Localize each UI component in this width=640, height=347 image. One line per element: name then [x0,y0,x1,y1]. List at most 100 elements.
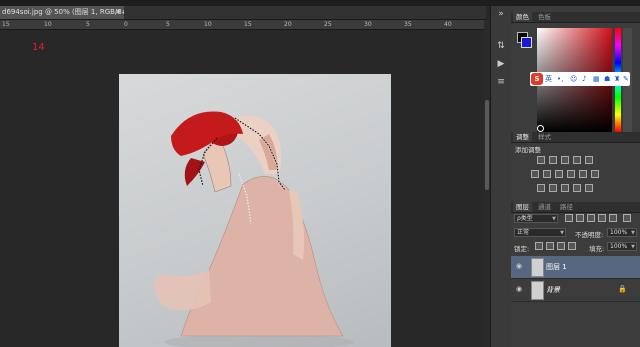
shape-filter-icon[interactable] [598,214,606,222]
blend-mode-value: 正常 [517,229,530,236]
levels-icon[interactable] [549,156,557,164]
emoji-icon[interactable]: ☺ [570,72,577,86]
scrollbar-thumb[interactable] [485,100,489,190]
background-color-swatch[interactable] [521,37,532,48]
layer-name[interactable]: 图层 1 [546,262,567,272]
adjustment-icons-row-3 [537,184,627,193]
blend-mode-select[interactable]: 正常 ▼ [514,228,566,237]
ruler-mark: 15 [244,21,252,28]
eye-icon[interactable]: ◉ [516,263,524,270]
ruler-mark: 30 [364,21,372,28]
mic-icon[interactable]: ♪ [582,72,586,86]
shirt-icon[interactable]: ♜ [614,72,620,86]
actions-icon[interactable]: ▶ [494,58,508,70]
ruler-mark: 15 [2,21,10,28]
dancer-photo [154,111,354,347]
fill-field[interactable]: 100% ▼ [607,242,637,251]
gradient-map-icon[interactable] [573,184,581,192]
tab-paths[interactable]: 路径 [557,202,576,212]
vibrance-icon[interactable] [585,156,593,164]
threshold-icon[interactable] [561,184,569,192]
document-image[interactable] [119,74,391,347]
tab-styles[interactable]: 样式 [535,132,554,142]
punctuation-icon[interactable]: •, [557,72,563,86]
ruler-mark: 0 [124,21,128,28]
ime-toolbar[interactable]: S 英 •, ☺ ♪ ▦ ☗ ♜ ✎ [530,72,630,86]
lock-position-icon[interactable] [557,242,565,250]
document-tab[interactable]: d694soi.jpg @ 50% (图层 1, RGB/8#) * ✕ [0,6,124,19]
chevron-down-icon: ▼ [552,216,556,222]
document-tab-title: d694soi.jpg @ 50% (图层 1, RGB/8#) * [2,8,124,16]
layer-thumbnail [531,258,544,277]
smart-object-filter-icon[interactable] [609,214,617,222]
opacity-field[interactable]: 100% ▼ [607,228,637,237]
horizontal-ruler: 15 10 5 0 5 10 15 20 25 30 35 40 [0,20,484,30]
tab-layers[interactable]: 图层 [513,202,532,212]
color-balance-icon[interactable] [543,170,551,178]
chevron-down-icon: ▼ [631,244,635,250]
lock-transparency-icon[interactable] [535,242,543,250]
opacity-value: 100% [610,229,628,236]
channel-mixer-icon[interactable] [579,170,587,178]
layer-row-background[interactable]: ◉ 背景 🔒 [511,279,640,302]
tab-channels[interactable]: 通道 [535,202,554,212]
wrench-icon[interactable]: ✎ [623,72,629,86]
adjustment-icons-row-1 [537,156,627,165]
ruler-mark: 20 [284,21,292,28]
lock-icons [535,242,585,251]
lock-pixels-icon[interactable] [546,242,554,250]
color-panel-tabs: 颜色 色板 [511,12,640,23]
collapsed-panel-strip: » ⇅ ▶ ≡ [490,6,511,347]
ruler-mark: 25 [324,21,332,28]
adjustments-title: 添加调整 [515,146,541,154]
eye-icon[interactable]: ◉ [516,286,524,293]
layer-name[interactable]: 背景 [546,285,560,295]
invert-icon[interactable] [537,184,545,192]
ruler-mark: 40 [444,21,452,28]
tab-swatches[interactable]: 色板 [535,12,554,22]
lock-label: 锁定: [514,245,530,253]
history-icon[interactable]: ⇅ [494,40,508,52]
image-filter-icon[interactable] [565,214,573,222]
lock-icon: 🔒 [618,285,627,293]
black-white-icon[interactable] [555,170,563,178]
ruler-mark: 5 [86,21,90,28]
filter-toggle-icon[interactable] [623,214,631,222]
document-tab-bar: d694soi.jpg @ 50% (图层 1, RGB/8#) * ✕ [0,6,486,20]
text-filter-icon[interactable] [587,214,595,222]
ruler-mark: 10 [44,21,52,28]
exposure-icon[interactable] [573,156,581,164]
tab-color[interactable]: 颜色 [513,12,532,22]
adjustment-filter-icon[interactable] [576,214,584,222]
color-lookup-icon[interactable] [591,170,599,178]
layer-filter-icons [565,214,637,223]
adjustments-panel-tabs: 调整 样式 [511,132,640,143]
photo-filter-icon[interactable] [567,170,575,178]
ime-mode-toggle[interactable]: 英 [545,72,552,86]
user-icon[interactable]: ☗ [604,72,610,86]
layer-row-layer1[interactable]: ◉ 图层 1 [511,256,640,279]
step-annotation: 14 [32,42,45,53]
posterize-icon[interactable] [549,184,557,192]
ruler-mark: 5 [166,21,170,28]
hue-saturation-icon[interactable] [531,170,539,178]
expand-icon[interactable]: » [494,8,508,20]
ruler-mark: 10 [204,21,212,28]
keyboard-icon[interactable]: ▦ [593,72,600,86]
settings-icon[interactable]: ≡ [494,76,508,88]
ruler-mark: 35 [404,21,412,28]
close-icon[interactable]: ✕ [115,6,121,19]
chevron-down-icon: ▼ [560,230,564,236]
brightness-icon[interactable] [537,156,545,164]
selective-color-icon[interactable] [585,184,593,192]
lock-all-icon[interactable] [568,242,576,250]
chevron-down-icon: ▼ [631,230,635,236]
right-panel-dock: 颜色 色板 调整 样式 添加调整 图层 通道 路径 ρ类型 ▼ 正常 ▼ 不透明… [511,6,640,347]
fill-label: 填充: [589,245,605,253]
sogou-logo-icon[interactable]: S [531,73,543,85]
tab-adjustments[interactable]: 调整 [513,132,532,142]
layer-filter-select[interactable]: ρ类型 ▼ [514,214,558,223]
picker-cursor[interactable] [537,125,544,132]
curves-icon[interactable] [561,156,569,164]
adjustment-icons-row-2 [531,170,631,179]
